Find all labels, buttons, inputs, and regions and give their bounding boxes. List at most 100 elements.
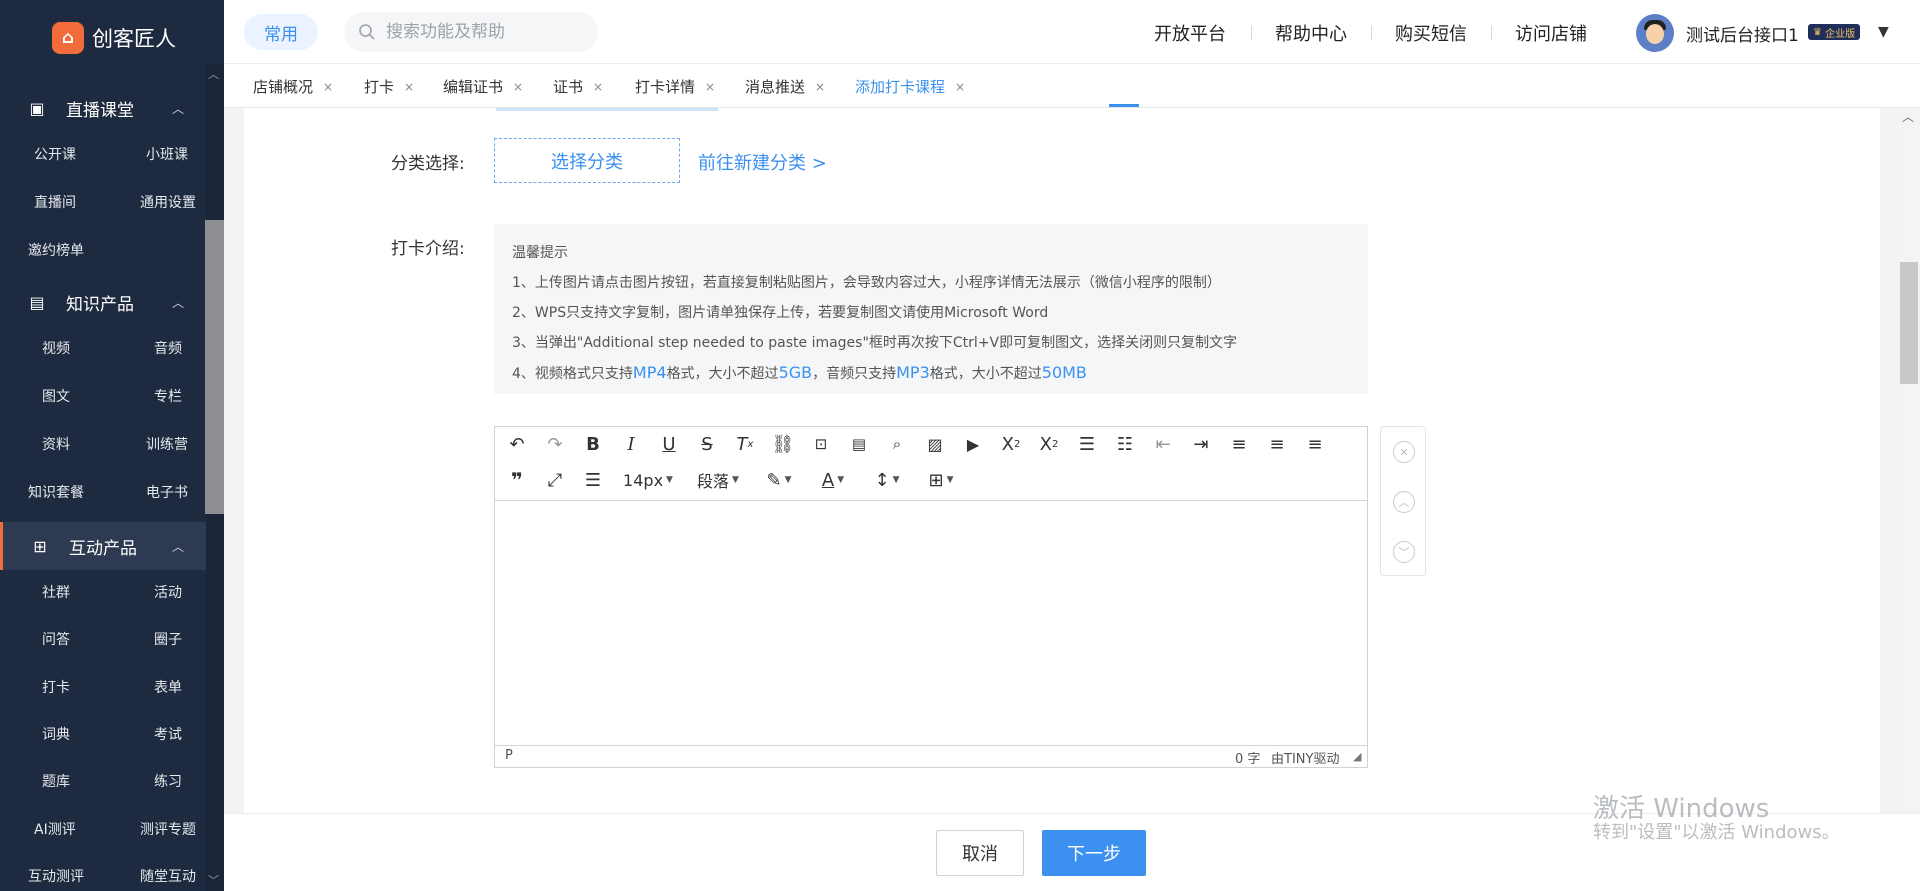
subscript-icon[interactable]: X2 [999, 431, 1023, 457]
bullet-list-icon[interactable]: ☷ [1113, 431, 1137, 457]
scroll-down-icon[interactable]: ﹀ [208, 872, 219, 888]
sidebar-item[interactable]: 题库 [42, 771, 70, 791]
brand-logo[interactable]: ⌂ 创客匠人 [52, 22, 176, 54]
tab-add-checkin-course[interactable]: 添加打卡课程 × [855, 76, 965, 97]
buy-sms-link[interactable]: 购买短信 [1395, 20, 1467, 46]
redo-icon[interactable]: ↷ [543, 431, 567, 457]
horizontal-line-icon[interactable]: ☰ [581, 467, 605, 493]
sidebar-item[interactable]: AI测评 [34, 819, 76, 839]
highlight-color-button[interactable]: ✎ ▼ [757, 467, 801, 493]
sidebar-item[interactable]: 电子书 [146, 482, 188, 502]
sidebar-item[interactable]: 知识套餐 [28, 482, 84, 502]
sidebar-item[interactable]: 问答 [42, 629, 70, 649]
sidebar-item[interactable]: 图文 [42, 386, 70, 406]
element-path[interactable]: P [505, 748, 513, 763]
tab-checkin[interactable]: 打卡 × [364, 76, 414, 97]
search-box[interactable] [344, 12, 598, 52]
outdent-icon[interactable]: ⇤ [1151, 431, 1175, 457]
sidebar-item[interactable]: 表单 [154, 677, 182, 697]
sidebar-item[interactable]: 专栏 [154, 386, 182, 406]
new-category-link[interactable]: 前往新建分类 > [698, 149, 827, 175]
help-center-link[interactable]: 帮助中心 [1275, 20, 1347, 46]
close-icon[interactable]: × [593, 80, 603, 94]
close-icon[interactable]: × [323, 80, 333, 94]
code-sample-icon[interactable]: ▤ [847, 431, 871, 457]
align-center-icon[interactable]: ≡ [1265, 431, 1289, 457]
close-icon[interactable]: × [705, 80, 715, 94]
move-up-icon[interactable]: ︿ [1393, 491, 1415, 513]
sidebar-section-live[interactable]: ▣ 直播课堂 ︿ [0, 84, 206, 132]
tab-checkin-detail[interactable]: 打卡详情 × [635, 76, 715, 97]
strikethrough-icon[interactable]: S [695, 431, 719, 457]
font-size-select[interactable]: 14px ▼ [619, 467, 677, 493]
sidebar-item[interactable]: 资料 [42, 434, 70, 454]
user-name[interactable]: 测试后台接口1 [1686, 21, 1799, 46]
editor-body[interactable] [495, 501, 1367, 745]
powered-by[interactable]: 由TINY驱动 [1271, 748, 1339, 767]
code-icon[interactable]: ⊡ [809, 431, 833, 457]
sidebar-item[interactable]: 词典 [42, 724, 70, 744]
fullscreen-icon[interactable]: ⤢ [543, 467, 567, 493]
sidebar-item[interactable]: 直播间 [34, 192, 76, 212]
link-icon[interactable]: ⛓ [771, 431, 795, 457]
sidebar-item[interactable]: 打卡 [42, 677, 70, 697]
move-down-icon[interactable]: ﹀ [1393, 541, 1415, 563]
sidebar-item[interactable]: 小班课 [146, 144, 188, 164]
select-category-button[interactable]: 选择分类 [494, 138, 680, 183]
close-icon[interactable]: × [404, 80, 414, 94]
sidebar-item[interactable]: 通用设置 [140, 192, 196, 212]
content-scrollbar[interactable] [1898, 108, 1920, 813]
scroll-up-icon[interactable]: ︿ [1902, 108, 1914, 125]
sidebar-item[interactable]: 考试 [154, 724, 182, 744]
avatar[interactable] [1636, 14, 1674, 52]
tab-message-push[interactable]: 消息推送 × [745, 76, 825, 97]
tab-certificate[interactable]: 证书 × [553, 76, 603, 97]
superscript-icon[interactable]: X2 [1037, 431, 1061, 457]
line-height-button[interactable]: ↕ ▼ [865, 467, 909, 493]
tab-edit-certificate[interactable]: 编辑证书 × [443, 76, 523, 97]
resize-handle-icon[interactable]: ◢ [1353, 750, 1361, 763]
close-icon[interactable]: × [815, 80, 825, 94]
visit-store-link[interactable]: 访问店铺 [1515, 20, 1587, 46]
sidebar-item[interactable]: 活动 [154, 582, 182, 602]
content-scrollbar-thumb[interactable] [1900, 262, 1918, 384]
block-format-select[interactable]: 段落 ▼ [689, 467, 747, 493]
italic-icon[interactable]: I [619, 431, 643, 457]
delete-circle-icon[interactable]: ✕ [1393, 441, 1415, 463]
scroll-up-icon[interactable]: ︿ [208, 66, 219, 82]
search-input[interactable] [386, 22, 576, 42]
clear-format-icon[interactable]: Tx [733, 431, 757, 457]
media-icon[interactable]: ▶ [961, 431, 985, 457]
common-button[interactable]: 常用 [244, 14, 318, 50]
sidebar-item[interactable]: 随堂互动 [140, 866, 196, 886]
search-replace-icon[interactable]: ⌕ [885, 431, 909, 457]
text-color-button[interactable]: A ▼ [811, 467, 855, 493]
sidebar-section-knowledge[interactable]: ▤ 知识产品 ︿ [0, 278, 206, 326]
undo-icon[interactable]: ↶ [505, 431, 529, 457]
sidebar-item[interactable]: 邀约榜单 [28, 240, 84, 260]
sidebar-item[interactable]: 互动测评 [28, 866, 84, 886]
image-icon[interactable]: ▨ [923, 431, 947, 457]
close-icon[interactable]: × [513, 80, 523, 94]
sidebar-item[interactable]: 社群 [42, 582, 70, 602]
bold-icon[interactable]: B [581, 431, 605, 457]
sidebar-item[interactable]: 训练营 [146, 434, 188, 454]
sidebar-item[interactable]: 测评专题 [140, 819, 196, 839]
next-step-button[interactable]: 下一步 [1042, 830, 1146, 876]
underline-icon[interactable]: U [657, 431, 681, 457]
blockquote-icon[interactable]: ❞ [505, 467, 529, 493]
numbered-list-icon[interactable]: ☰ [1075, 431, 1099, 457]
sidebar-scrollbar-thumb[interactable] [205, 220, 224, 514]
sidebar-item[interactable]: 练习 [154, 771, 182, 791]
sidebar-section-interactive[interactable]: ⊞ 互动产品 ︿ [0, 522, 206, 570]
user-dropdown-icon[interactable]: ▼ [1878, 24, 1889, 40]
tab-store-overview[interactable]: 店铺概况 × [253, 76, 333, 97]
table-button[interactable]: ⊞ ▼ [919, 467, 963, 493]
indent-icon[interactable]: ⇥ [1189, 431, 1213, 457]
cancel-button[interactable]: 取消 [936, 830, 1024, 876]
sidebar-item[interactable]: 公开课 [34, 144, 76, 164]
close-icon[interactable]: × [955, 80, 965, 94]
sidebar-item[interactable]: 圈子 [154, 629, 182, 649]
sidebar-item[interactable]: 音频 [154, 338, 182, 358]
sidebar-item[interactable]: 视频 [42, 338, 70, 358]
